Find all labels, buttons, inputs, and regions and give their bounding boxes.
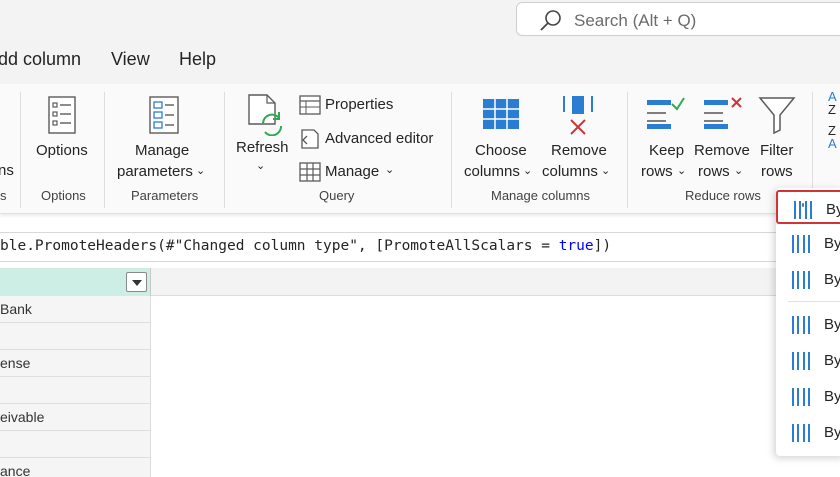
menu-divider [788,301,840,302]
ribbon: ns s Options Options Manage parameters ⌄… [0,84,840,214]
reduce-rows-group-label: Reduce rows [685,188,761,203]
split-column-icon [792,235,810,253]
remove-columns-line1: Remove [551,142,607,159]
keep-rows-line1: Keep [649,142,685,159]
menu-item-label: By [824,235,840,252]
split-column-icon [794,201,812,219]
column-filter-dropdown[interactable] [126,272,147,292]
ribbon-separator [20,92,21,208]
manage-columns-group-label: Manage columns [491,188,590,203]
choose-columns-line1: Choose [475,142,527,159]
menu-add-column[interactable]: dd column [0,49,81,70]
ribbon-separator [627,92,628,208]
refresh-icon [248,94,283,136]
table-row[interactable]: eivable [0,404,151,431]
remove-columns-line2: columns [542,163,598,180]
keep-rows-line2: rows [641,163,673,180]
title-bar: Search (Alt + Q) [0,0,840,40]
choose-columns-icon [483,99,519,129]
table-row[interactable]: ense [0,350,151,377]
query-group-label: Query [319,188,355,203]
manage-parameters-icon [149,96,179,134]
formula-text: ble.PromoteHeaders(#"Changed column type… [0,238,611,254]
refresh-button-label: Refresh [236,139,289,156]
menu-item-label: By [824,352,840,369]
chevron-down-icon: ⌄ [385,164,395,176]
chevron-down-icon: ⌄ [601,165,611,177]
sort-asc-bottom: Z [828,102,836,117]
remove-columns-icon [563,96,593,135]
split-column-icon [792,388,810,406]
menu-item[interactable]: By [776,262,840,296]
properties-icon [299,95,321,115]
chevron-down-icon: ⌄ [256,160,266,172]
sort-desc-bottom: A [828,136,837,151]
keep-rows-icon [647,97,685,129]
menu-item-label: By [824,271,840,288]
search-placeholder: Search (Alt + Q) [574,11,697,30]
formula-suffix: ]) [593,238,612,254]
table-row[interactable] [0,323,151,350]
table-row[interactable]: Bank [0,296,151,323]
formula-keyword: true [558,238,594,254]
manage-button-label: Manage [325,163,380,180]
choose-columns-line2: columns [464,163,520,180]
chevron-down-icon: ⌄ [734,165,744,177]
chevron-down-icon: ⌄ [523,165,533,177]
remove-rows-icon [704,97,742,129]
menu-bar: dd column View Help [0,40,840,84]
split-column-icon [792,271,810,289]
options-button-label: Options [36,142,88,159]
menu-item[interactable]: By [776,415,840,449]
filter-icon [758,97,796,134]
ribbon-separator [451,92,452,208]
chevron-down-icon: ⌄ [677,165,687,177]
remove-rows-dropdown-menu: By By By By By By By [776,188,840,456]
split-column-icon [792,424,810,442]
options-icon [48,96,76,134]
ribbon-separator [224,92,225,208]
menu-item-label: By [826,201,840,218]
remove-rows-line1: Remove [694,142,750,159]
menu-item[interactable]: By [776,343,840,377]
menu-item-label: By [824,424,840,441]
manage-parameters-line1: Manage [135,142,190,159]
advanced-editor-button[interactable]: Advanced editor [325,130,433,147]
formula-prefix: ble.PromoteHeaders(#"Changed column type… [0,238,559,254]
partial-group-label: s [0,188,7,203]
filter-rows-line1: Filter [760,142,794,159]
chevron-down-icon: ⌄ [196,165,206,177]
parameters-group-label: Parameters [131,188,199,203]
filter-rows-line2: rows [761,163,793,180]
data-grid: Bank ense eivable ance [0,268,840,477]
partial-button-label[interactable]: ns [0,160,14,181]
menu-item[interactable]: By [776,226,840,260]
menu-item-label: By [824,388,840,405]
split-column-icon [792,316,810,334]
manage-table-icon [299,162,321,182]
split-column-icon [792,352,810,370]
table-row[interactable] [0,377,151,404]
ribbon-separator [104,92,105,208]
search-box[interactable]: Search (Alt + Q) [516,2,840,36]
table-row[interactable]: ance [0,458,151,477]
menu-item[interactable]: By [776,307,840,341]
menu-item-label: By [824,316,840,333]
table-row[interactable] [0,431,151,458]
menu-view[interactable]: View [111,49,150,70]
menu-item[interactable]: By [776,379,840,413]
search-icon [540,10,561,31]
properties-button[interactable]: Properties [325,96,393,113]
menu-help[interactable]: Help [179,49,216,70]
manage-parameters-line2: parameters [117,163,193,180]
column-header[interactable] [0,268,151,296]
menu-item-selected[interactable]: By [776,190,840,224]
advanced-editor-icon [301,129,319,149]
formula-bar[interactable]: ble.PromoteHeaders(#"Changed column type… [0,232,840,262]
remove-rows-line2: rows [698,163,730,180]
options-group-label: Options [41,188,86,203]
